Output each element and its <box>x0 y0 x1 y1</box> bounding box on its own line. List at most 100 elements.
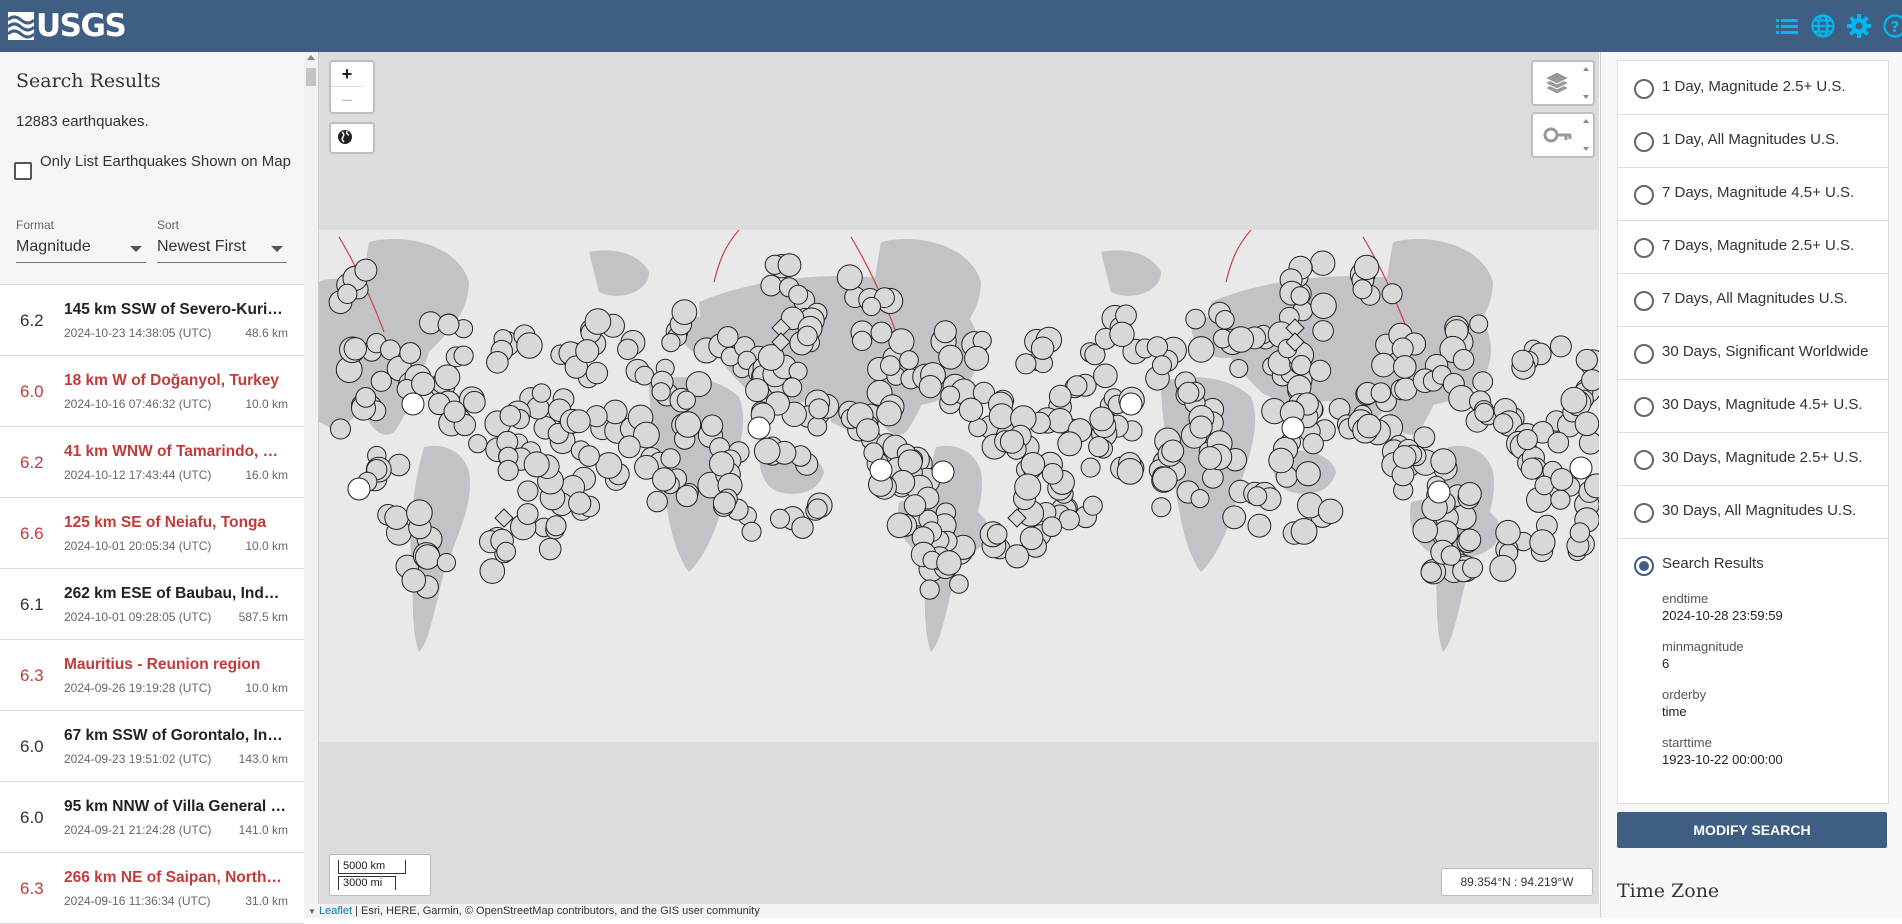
feed-label: Search Results <box>1662 555 1764 572</box>
eq-time: 2024-10-12 17:43:44 (UTC) <box>64 468 211 482</box>
zoom-control: + – <box>329 60 375 114</box>
modify-search-button[interactable]: MODIFY SEARCH <box>1617 812 1887 848</box>
eq-depth: 10.0 km <box>245 539 288 553</box>
list-icon[interactable] <box>1774 13 1800 39</box>
param-key: orderby <box>1662 687 1706 702</box>
feed-option[interactable]: 1 Day, All Magnitudes U.S. <box>1618 114 1888 168</box>
earthquake-list: 6.2145 km SSW of Severo-Kuril’sk, Russia… <box>0 284 304 924</box>
search-param: endtime2024-10-28 23:59:59 <box>1662 591 1783 623</box>
radio-button[interactable] <box>1634 79 1654 99</box>
world-map[interactable] <box>319 52 1599 904</box>
feed-option-search-results[interactable]: Search Results <box>1618 538 1888 591</box>
checkbox-box[interactable] <box>14 162 32 180</box>
feed-options: 1 Day, Magnitude 2.5+ U.S.1 Day, All Mag… <box>1617 60 1889 804</box>
eq-depth: 16.0 km <box>245 468 288 482</box>
radio-button-selected[interactable] <box>1634 556 1654 576</box>
feed-label: 30 Days, Significant Worldwide <box>1662 343 1868 360</box>
scale-km: 5000 km <box>338 860 406 874</box>
usgs-wave-icon <box>8 12 34 40</box>
key-icon <box>1533 114 1593 156</box>
earthquake-row[interactable]: 6.241 km WNW of Tamarindo, Costa Rica202… <box>0 427 304 498</box>
sort-select[interactable]: Sort Newest First <box>157 218 287 263</box>
earthquake-row[interactable]: 6.6125 km SE of Neiafu, Tonga2024-10-01 … <box>0 498 304 569</box>
eq-depth: 10.0 km <box>245 397 288 411</box>
eq-depth: 587.5 km <box>239 610 288 624</box>
feed-option[interactable]: 7 Days, Magnitude 4.5+ U.S. <box>1618 167 1888 221</box>
radio-button[interactable] <box>1634 344 1654 364</box>
feed-option[interactable]: 7 Days, All Magnitudes U.S. <box>1618 273 1888 327</box>
scroll-up-icon[interactable] <box>307 55 315 60</box>
zoom-in-button[interactable]: + <box>331 62 363 86</box>
eq-depth: 10.0 km <box>245 681 288 695</box>
eq-time: 2024-09-26 19:19:28 (UTC) <box>64 681 211 695</box>
eq-place: 266 km NE of Saipan, Northern Mariana Is… <box>64 869 286 887</box>
leaflet-link[interactable]: Leaflet <box>319 905 352 917</box>
zoom-out-button[interactable]: – <box>331 86 363 111</box>
eq-magnitude: 6.2 <box>20 311 44 331</box>
radio-button[interactable] <box>1634 450 1654 470</box>
app-header: USGS ? <box>0 0 1902 52</box>
search-param: minmagnitude6 <box>1662 639 1744 671</box>
format-value: Magnitude <box>16 238 91 255</box>
globe-icon <box>331 124 363 150</box>
earthquake-row[interactable]: 6.1262 km ESE of Baubau, Indonesia2024-1… <box>0 569 304 640</box>
eq-time: 2024-10-16 07:46:32 (UTC) <box>64 397 211 411</box>
radio-button[interactable] <box>1634 291 1654 311</box>
earthquake-row[interactable]: 6.3 266 km NE of Saipan, Northern Mariana… <box>0 853 304 924</box>
coordinate-readout: 89.354°N : 94.219°W <box>1441 868 1593 896</box>
earthquake-row[interactable]: 6.2145 km SSW of Severo-Kuril’sk, Russia… <box>0 285 304 356</box>
results-count: 12883 earthquakes. <box>16 113 149 130</box>
eq-magnitude: 6.6 <box>20 524 44 544</box>
radio-button[interactable] <box>1634 397 1654 417</box>
svg-text:?: ? <box>1891 18 1900 36</box>
usgs-logo[interactable]: USGS <box>8 8 125 44</box>
search-param: starttime 1923-10-22 00:00:00 <box>1662 735 1783 767</box>
eq-time: 2024-10-01 20:05:34 (UTC) <box>64 539 211 553</box>
earthquake-row[interactable]: 6.067 km SSW of Gorontalo, Indonesia2024… <box>0 711 304 782</box>
eq-magnitude: 6.3 <box>20 879 44 899</box>
legend-button[interactable] <box>1531 112 1595 158</box>
radio-button[interactable] <box>1634 238 1654 258</box>
scale-bar: 5000 km 3000 mi <box>329 854 431 896</box>
eq-depth: 141.0 km <box>239 823 288 837</box>
eq-depth: 143.0 km <box>239 752 288 766</box>
layers-icon <box>1533 62 1593 104</box>
world-view-button[interactable] <box>329 122 375 154</box>
feed-option[interactable]: 30 Days, Significant Worldwide <box>1618 326 1888 380</box>
param-value: 2024-10-28 23:59:59 <box>1662 608 1783 623</box>
eq-depth: 31.0 km <box>245 894 288 908</box>
only-list-label: Only List Earthquakes Shown on Map <box>40 150 300 173</box>
earthquake-row[interactable]: 6.3Mauritius - Reunion region2024-09-26 … <box>0 640 304 711</box>
radio-button[interactable] <box>1634 185 1654 205</box>
caret-down-icon: ▼ <box>308 907 316 916</box>
help-icon[interactable]: ? <box>1882 13 1902 39</box>
param-key: starttime <box>1662 735 1783 750</box>
scroll-thumb[interactable] <box>306 68 316 86</box>
feed-label: 30 Days, Magnitude 4.5+ U.S. <box>1662 396 1863 413</box>
feed-option[interactable]: 30 Days, Magnitude 4.5+ U.S. <box>1618 379 1888 433</box>
eq-place: 262 km ESE of Baubau, Indonesia <box>64 585 286 603</box>
earthquake-row[interactable]: 6.095 km NNW of Villa General Roca, Arge… <box>0 782 304 853</box>
radio-button[interactable] <box>1634 503 1654 523</box>
feed-option[interactable]: 1 Day, Magnitude 2.5+ U.S. <box>1618 61 1888 115</box>
feed-option[interactable]: 7 Days, Magnitude 2.5+ U.S. <box>1618 220 1888 274</box>
eq-place: 67 km SSW of Gorontalo, Indonesia <box>64 727 286 745</box>
feed-option[interactable]: 30 Days, All Magnitudes U.S. <box>1618 485 1888 539</box>
format-select[interactable]: Format Magnitude <box>16 218 146 263</box>
param-key: minmagnitude <box>1662 639 1744 654</box>
map-view[interactable]: + – <box>319 52 1599 904</box>
gear-icon[interactable] <box>1846 13 1872 39</box>
caret-down-icon <box>271 246 283 252</box>
feed-option[interactable]: 30 Days, Magnitude 2.5+ U.S. <box>1618 432 1888 486</box>
globe-icon[interactable] <box>1810 13 1836 39</box>
layers-button[interactable] <box>1531 60 1595 106</box>
eq-magnitude: 6.3 <box>20 666 44 686</box>
param-value: 1923-10-22 00:00:00 <box>1662 752 1783 767</box>
eq-place: 95 km NNW of Villa General Roca, Argenti… <box>64 798 286 816</box>
attribution-text: | Esri, HERE, Garmin, © OpenStreetMap co… <box>352 905 760 917</box>
radio-button[interactable] <box>1634 132 1654 152</box>
results-scrollbar[interactable] <box>304 52 318 918</box>
timezone-title: Time Zone <box>1617 880 1719 902</box>
logo-text: USGS <box>36 8 125 44</box>
earthquake-row[interactable]: 6.018 km W of Doğanyol, Turkey2024-10-16… <box>0 356 304 427</box>
